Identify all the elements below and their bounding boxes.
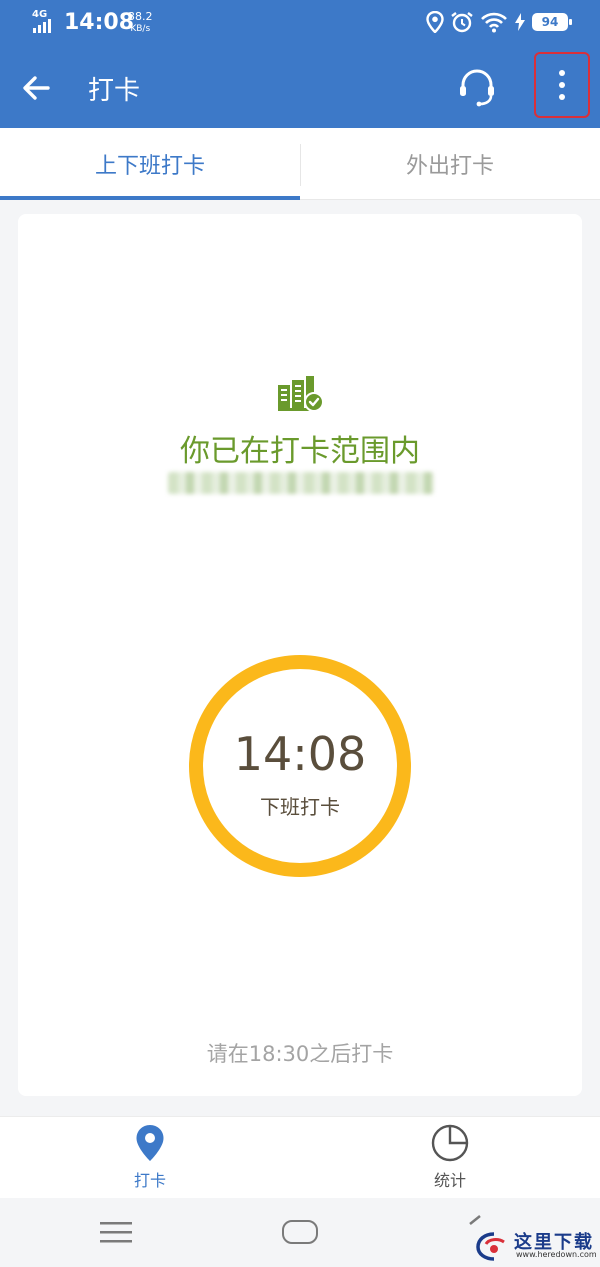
home-button[interactable]	[282, 1220, 318, 1244]
watermark: 这里下载 www.heredown.com	[470, 1224, 600, 1267]
nav-label: 统计	[433, 1171, 466, 1190]
tab-divider	[300, 144, 301, 186]
clock-hint: 请在18:30之后打卡	[206, 1042, 394, 1066]
blurred-address	[168, 472, 434, 494]
headset-icon[interactable]	[456, 66, 498, 108]
tab-label: 外出打卡	[405, 154, 494, 179]
nav-statistics[interactable]: 统计	[390, 1123, 510, 1195]
clock-out-button[interactable]: 14:08 下班打卡	[189, 655, 411, 877]
tab-commute-clock-in[interactable]: 上下班打卡	[0, 128, 300, 200]
page-title: 打卡	[88, 76, 141, 106]
building-check-icon	[278, 376, 324, 412]
tab-label: 上下班打卡	[94, 154, 205, 179]
clock-time: 14:08	[233, 727, 367, 781]
bottom-nav: 打卡 统计	[0, 1116, 600, 1198]
more-dot-icon	[559, 82, 565, 88]
watermark-url: www.heredown.com	[516, 1250, 597, 1259]
alarm-icon	[451, 12, 473, 33]
location-icon	[426, 11, 444, 33]
nav-label: 打卡	[133, 1171, 166, 1190]
nav-clock-in[interactable]: 打卡	[90, 1123, 210, 1195]
status-time: 14:08	[64, 10, 135, 35]
status-bar: 4G 14:08 38.2 KB/s 94	[0, 0, 600, 46]
back-arrow-icon[interactable]	[16, 68, 56, 108]
battery-level: 94	[541, 15, 559, 29]
clock-label: 下班打卡	[260, 795, 340, 819]
more-options-button[interactable]	[534, 52, 590, 118]
app-bar: 打卡	[0, 46, 600, 128]
signal-icon	[33, 19, 51, 33]
location-pin-icon	[136, 1125, 164, 1161]
battery-icon: 94	[532, 13, 572, 31]
speed-unit: KB/s	[130, 24, 151, 34]
charging-icon	[515, 13, 525, 31]
more-dot-icon	[559, 70, 565, 76]
wifi-icon	[481, 12, 507, 33]
speed-value: 38.2	[128, 10, 153, 23]
more-dot-icon	[559, 94, 565, 100]
pie-chart-icon	[431, 1124, 469, 1162]
recent-apps-icon[interactable]	[100, 1220, 132, 1244]
network-speed: 38.2 KB/s	[128, 11, 153, 35]
watermark-logo-icon	[476, 1232, 505, 1261]
tab-outing-clock-in[interactable]: 外出打卡	[300, 128, 600, 200]
status-icons: 94	[426, 11, 572, 33]
clock-in-card: 你已在打卡范围内 14:08 下班打卡 请在18:30之后打卡	[18, 214, 582, 1096]
range-status: 你已在打卡范围内	[180, 434, 420, 469]
